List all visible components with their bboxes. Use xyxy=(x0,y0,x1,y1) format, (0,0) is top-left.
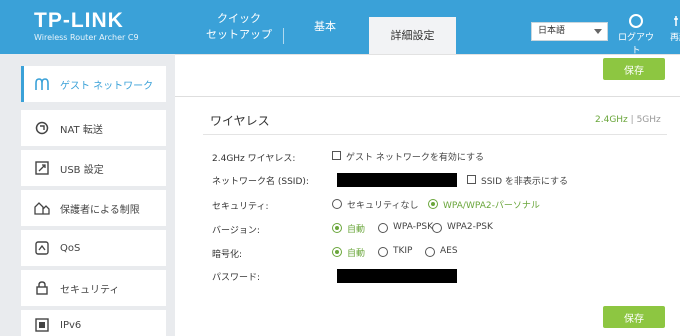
sidebar-item-qos[interactable]: QoS xyxy=(21,230,166,266)
band-5ghz-link[interactable]: 5GHz xyxy=(637,115,661,125)
sidebar-item-ipv6[interactable]: IPv6 xyxy=(21,310,166,336)
enable-guest-checkbox[interactable] xyxy=(332,151,341,160)
usb-icon xyxy=(34,160,50,176)
reboot-icon xyxy=(672,14,680,28)
security-none-radio[interactable] xyxy=(332,199,342,209)
version-wpa-label: WPA-PSK xyxy=(393,222,433,232)
sidebar-item-parental[interactable]: 保護者による制限 xyxy=(21,190,166,226)
enc-aes-label: AES xyxy=(440,246,458,256)
lock-icon xyxy=(34,280,50,296)
version-wpa2-radio[interactable] xyxy=(432,223,442,233)
enc-tkip-radio[interactable] xyxy=(378,247,388,257)
logout-label: ログアウト xyxy=(617,33,654,56)
version-wpa-radio[interactable] xyxy=(378,223,388,233)
sidebar: ゲスト ネットワーク NAT 転送 USB 設定 保護者による制限 QoS セキ… xyxy=(0,54,175,336)
band-24ghz-link[interactable]: 2.4GHz xyxy=(595,115,628,125)
version-label: バージョン: xyxy=(212,226,260,236)
tab-advanced-label: 詳細設定 xyxy=(390,28,435,42)
save-button-top[interactable]: 保存 xyxy=(603,58,665,80)
sidebar-item-label: IPv6 xyxy=(60,319,82,331)
brand-logo: TP-LINK xyxy=(34,9,124,32)
sidebar-item-label: ゲスト ネットワーク xyxy=(60,80,154,92)
sidebar-item-label: セキュリティ xyxy=(60,284,120,296)
guest-network-icon xyxy=(34,76,50,92)
model-name: Wireless Router Archer C9 xyxy=(34,33,139,42)
hide-ssid-label: SSID を非表示にする xyxy=(481,177,568,187)
hide-ssid-checkbox[interactable] xyxy=(467,175,476,184)
sidebar-item-security[interactable]: セキュリティ xyxy=(21,270,166,306)
tab-advanced[interactable]: 詳細設定 xyxy=(369,17,456,54)
save-button-bottom[interactable]: 保存 xyxy=(603,306,665,328)
security-wpa-radio[interactable] xyxy=(428,199,438,209)
tab-quick-setup-label: クイック セットアップ xyxy=(206,12,272,41)
sidebar-item-label: NAT 転送 xyxy=(60,124,103,136)
tab-quick-setup[interactable]: クイック セットアップ xyxy=(196,0,282,54)
logout-icon xyxy=(629,14,643,28)
enable-guest-label: ゲスト ネットワークを有効にする xyxy=(346,153,484,163)
security-wpa-label: WPA/WPA2-パーソナル xyxy=(443,201,540,211)
security-label: セキュリティ: xyxy=(212,202,269,212)
divider xyxy=(175,96,680,97)
band-separator: | xyxy=(630,115,634,125)
version-auto-label: 自動 xyxy=(347,225,366,235)
sidebar-item-nat[interactable]: NAT 転送 xyxy=(21,110,166,146)
password-input[interactable] xyxy=(337,269,457,283)
parental-icon xyxy=(34,200,50,216)
sidebar-item-usb[interactable]: USB 設定 xyxy=(21,150,166,186)
reboot-button[interactable]: 再起 xyxy=(664,14,680,43)
section-title: ワイヤレス xyxy=(210,114,270,128)
ipv6-icon xyxy=(34,317,50,333)
sidebar-item-label: USB 設定 xyxy=(60,164,104,176)
version-wpa2-label: WPA2-PSK xyxy=(447,222,493,232)
tab-basic[interactable]: 基本 xyxy=(284,0,366,54)
main-panel: 保存 ワイヤレス 2.4GHz | 5GHz 2.4GHz ワイヤレス: ゲスト… xyxy=(175,54,680,336)
version-auto-radio[interactable] xyxy=(332,223,342,233)
security-none-label: セキュリティなし xyxy=(347,201,419,211)
ssid-input[interactable] xyxy=(337,173,457,187)
language-select[interactable]: 日本語 xyxy=(531,22,608,41)
enc-auto-radio[interactable] xyxy=(332,247,342,257)
nat-icon xyxy=(34,120,50,136)
language-value: 日本語 xyxy=(538,26,566,36)
password-label: パスワード: xyxy=(212,273,261,283)
enc-aes-radio[interactable] xyxy=(425,247,435,257)
enc-tkip-label: TKIP xyxy=(393,246,413,256)
qos-icon xyxy=(34,240,50,256)
encryption-label: 暗号化: xyxy=(212,250,243,260)
enc-auto-label: 自動 xyxy=(347,249,366,259)
ssid-label: ネットワーク名 (SSID): xyxy=(212,177,309,187)
divider xyxy=(175,54,680,55)
chevron-down-icon xyxy=(594,29,602,34)
section-divider xyxy=(203,134,667,135)
logout-button[interactable]: ログアウト xyxy=(614,14,658,56)
tab-basic-label: 基本 xyxy=(314,20,336,33)
sidebar-item-label: QoS xyxy=(60,242,81,254)
sidebar-item-guest-network[interactable]: ゲスト ネットワーク xyxy=(21,66,166,102)
top-header: TP-LINK Wireless Router Archer C9 クイック セ… xyxy=(0,0,680,56)
sidebar-item-label: 保護者による制限 xyxy=(60,204,140,216)
wireless-label: 2.4GHz ワイヤレス: xyxy=(212,154,296,164)
reboot-label: 再起 xyxy=(669,33,680,43)
band-switch: 2.4GHz | 5GHz xyxy=(595,115,661,125)
